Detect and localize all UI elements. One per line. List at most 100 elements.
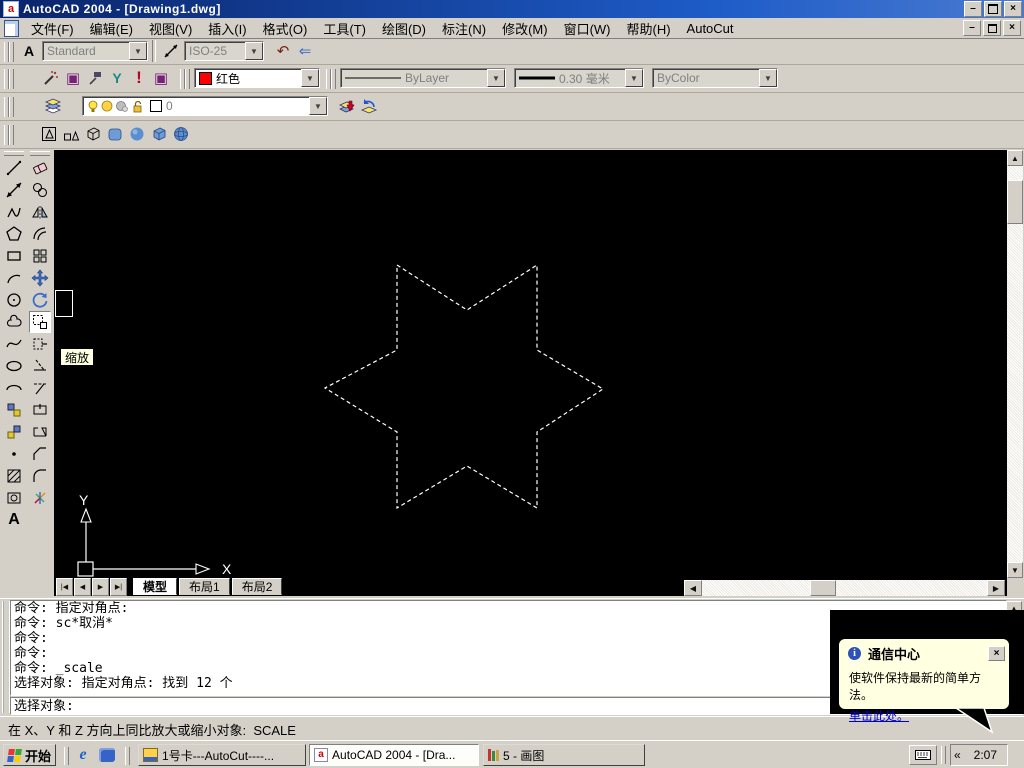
- task-autocad[interactable]: a AutoCAD 2004 - [Dra...: [309, 744, 479, 766]
- ellipse-button[interactable]: [3, 355, 25, 377]
- quicklaunch-ie-icon[interactable]: e: [73, 746, 93, 764]
- region-button[interactable]: [3, 487, 25, 509]
- scroll-right-button[interactable]: ▶: [987, 580, 1005, 596]
- scroll-up-button[interactable]: ▲: [1007, 150, 1023, 166]
- undo-button[interactable]: ↶: [272, 40, 294, 62]
- make-block-button[interactable]: [3, 421, 25, 443]
- menu-tools[interactable]: 工具(T): [315, 17, 374, 40]
- linetype-combo[interactable]: ByLayer ▼: [340, 68, 506, 88]
- doc-restore-button[interactable]: [983, 20, 1001, 36]
- menu-modify[interactable]: 修改(M): [494, 17, 556, 40]
- arc-button[interactable]: [3, 267, 25, 289]
- task-autocut[interactable]: 1号卡---AutoCut----...: [138, 744, 306, 766]
- menu-dimension[interactable]: 标注(N): [434, 17, 494, 40]
- extend-button[interactable]: [29, 377, 51, 399]
- tray-chevron[interactable]: «: [951, 748, 964, 762]
- xline-button[interactable]: [3, 179, 25, 201]
- layer-previous-button[interactable]: [358, 95, 380, 117]
- tab-first-button[interactable]: |◀: [56, 578, 73, 596]
- start-button[interactable]: 开始: [3, 744, 56, 766]
- wireframe-3d-button[interactable]: [60, 123, 82, 145]
- array-button[interactable]: [29, 245, 51, 267]
- menu-autocut[interactable]: AutoCut: [679, 19, 742, 38]
- menu-format[interactable]: 格式(O): [255, 17, 316, 40]
- text-style-button[interactable]: A: [18, 40, 40, 62]
- menu-file[interactable]: 文件(F): [23, 17, 82, 40]
- chamfer-button[interactable]: [29, 443, 51, 465]
- tab-model[interactable]: 模型: [133, 578, 177, 595]
- maximize-button[interactable]: [984, 1, 1002, 17]
- doc-close-button[interactable]: ×: [1003, 20, 1021, 36]
- canvas-vscrollbar[interactable]: ▲ ▼: [1007, 150, 1023, 578]
- move-button[interactable]: [29, 267, 51, 289]
- menu-draw[interactable]: 绘图(D): [374, 17, 434, 40]
- dim-style-combo[interactable]: ISO-25 ▼: [184, 41, 264, 61]
- tab-prev-button[interactable]: ◀: [74, 578, 91, 596]
- hatch-button[interactable]: [3, 465, 25, 487]
- explode-button[interactable]: [29, 487, 51, 509]
- trim-button[interactable]: [29, 355, 51, 377]
- wireframe-2d-button[interactable]: [38, 123, 60, 145]
- star-polygon[interactable]: [325, 265, 603, 508]
- color-combo[interactable]: 红色 ▼: [194, 68, 320, 88]
- insert-block-button[interactable]: [3, 399, 25, 421]
- block-tool-button[interactable]: ▣: [62, 67, 84, 89]
- gouraud-shaded-button[interactable]: [126, 123, 148, 145]
- hscroll-thumb[interactable]: [810, 580, 836, 596]
- plotstyle-combo[interactable]: ByColor ▼: [652, 68, 778, 88]
- circle-button[interactable]: [3, 289, 25, 311]
- tab-last-button[interactable]: ▶|: [110, 578, 127, 596]
- revcloud-button[interactable]: [3, 311, 25, 333]
- stretch-button[interactable]: [29, 333, 51, 355]
- hidden-button[interactable]: [82, 123, 104, 145]
- modify-toolbar-grip[interactable]: [30, 151, 50, 156]
- layer-manager-button[interactable]: [42, 95, 64, 117]
- draw-toolbar-grip[interactable]: [4, 151, 24, 156]
- chevron-down-icon[interactable]: ▼: [759, 69, 777, 87]
- chevron-down-icon[interactable]: ▼: [245, 42, 263, 60]
- chevron-down-icon[interactable]: ▼: [309, 97, 327, 115]
- rotate-button[interactable]: [29, 289, 51, 311]
- break-point-button[interactable]: [29, 399, 51, 421]
- hscroll-track[interactable]: [702, 580, 987, 596]
- erase-button[interactable]: [29, 157, 51, 179]
- scroll-down-button[interactable]: ▼: [1007, 562, 1023, 578]
- point-button[interactable]: [3, 443, 25, 465]
- polygon-button[interactable]: [3, 223, 25, 245]
- chevron-down-icon[interactable]: ▼: [625, 69, 643, 87]
- exclaim-tool-button[interactable]: !: [128, 67, 150, 89]
- offset-button[interactable]: [29, 223, 51, 245]
- tab-next-button[interactable]: ▶: [92, 578, 109, 596]
- minimize-button[interactable]: –: [964, 1, 982, 17]
- menu-window[interactable]: 窗口(W): [556, 17, 619, 40]
- balloon-close-button[interactable]: ×: [988, 646, 1005, 661]
- tab-layout2[interactable]: 布局2: [232, 578, 283, 595]
- menu-insert[interactable]: 插入(I): [200, 17, 254, 40]
- chevron-down-icon[interactable]: ▼: [301, 69, 319, 87]
- copy-button[interactable]: [29, 179, 51, 201]
- scale-button[interactable]: [29, 311, 51, 333]
- document-icon[interactable]: [4, 20, 19, 37]
- back-button[interactable]: ⇐: [294, 40, 316, 62]
- figure-tool-button[interactable]: Y: [106, 67, 128, 89]
- ime-keyboard-button[interactable]: [909, 745, 937, 765]
- close-button[interactable]: ×: [1004, 1, 1022, 17]
- mirror-button[interactable]: [29, 201, 51, 223]
- ellipse-arc-button[interactable]: [3, 377, 25, 399]
- flat-edges-button[interactable]: [148, 123, 170, 145]
- vscroll-thumb[interactable]: [1007, 180, 1023, 224]
- chevron-down-icon[interactable]: ▼: [487, 69, 505, 87]
- doc-minimize-button[interactable]: –: [963, 20, 981, 36]
- dim-style-button[interactable]: [160, 40, 182, 62]
- flat-shaded-button[interactable]: [104, 123, 126, 145]
- menu-edit[interactable]: 编辑(E): [82, 17, 141, 40]
- block-tool2-button[interactable]: ▣: [150, 67, 172, 89]
- fillet-button[interactable]: [29, 465, 51, 487]
- spline-button[interactable]: [3, 333, 25, 355]
- gouraud-edges-button[interactable]: [170, 123, 192, 145]
- canvas-hscrollbar[interactable]: ◀ ▶: [684, 580, 1005, 596]
- break-button[interactable]: [29, 421, 51, 443]
- scroll-left-button[interactable]: ◀: [684, 580, 702, 596]
- quicklaunch-app-icon[interactable]: [99, 748, 115, 762]
- tab-layout1[interactable]: 布局1: [179, 578, 230, 595]
